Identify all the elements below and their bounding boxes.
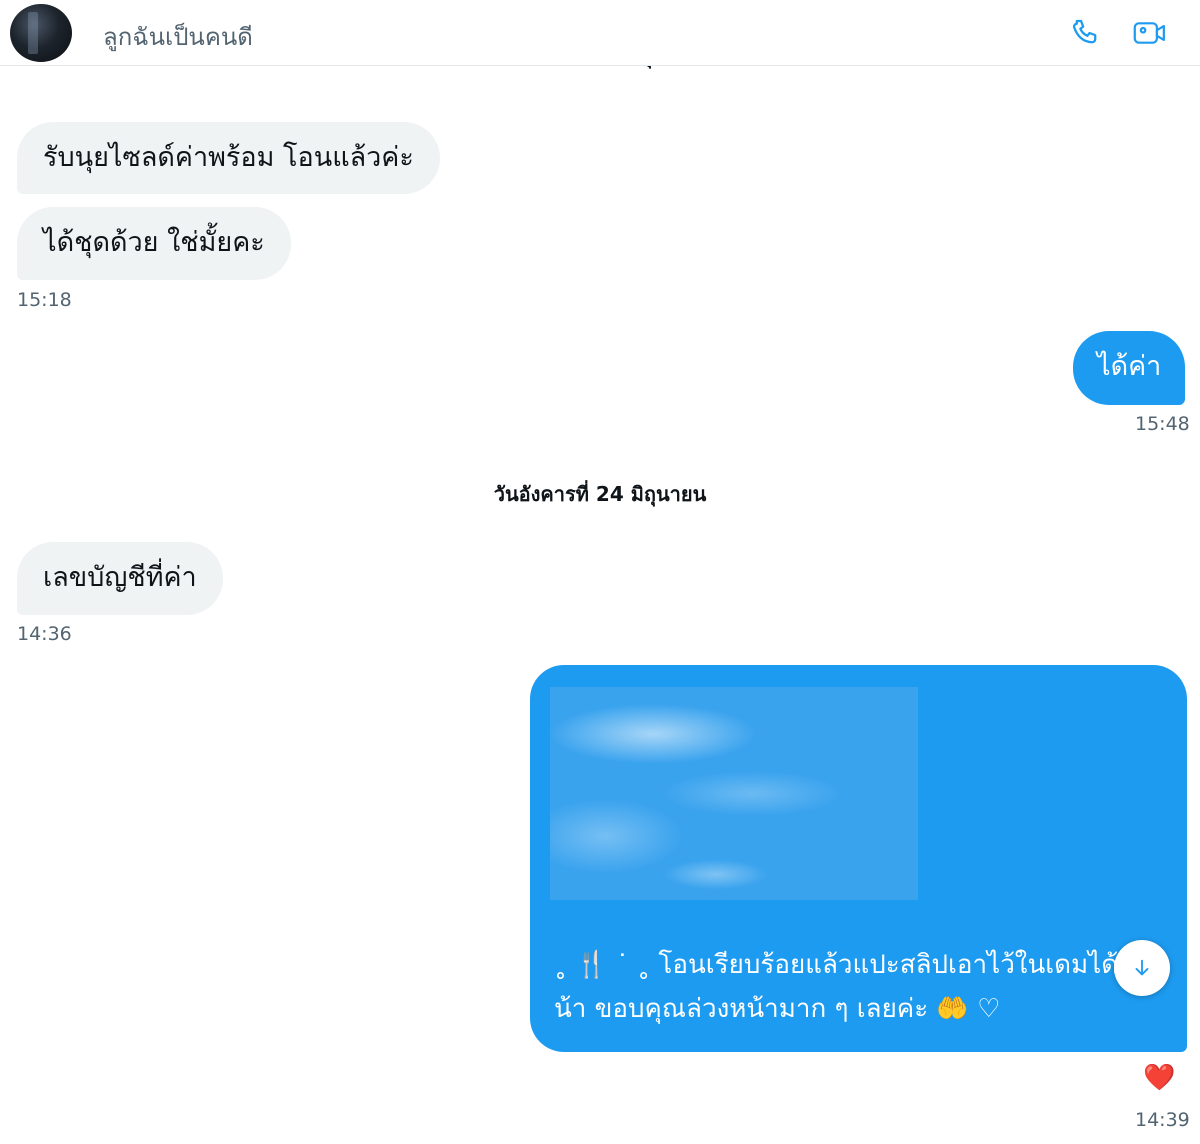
conversation-header: ลูกฉันเป็นคนดี <box>0 0 1200 66</box>
incoming-message[interactable]: รับนุยไซลด์ค่าพร้อม โอนแล้วค่ะ <box>17 122 440 194</box>
transfer-slip-image[interactable] <box>550 687 918 900</box>
outgoing-message[interactable]: ได้ค่า <box>1073 331 1186 405</box>
message-timestamp: 15:18 <box>17 289 72 311</box>
message-timestamp: 15:48 <box>1135 413 1190 435</box>
media-caption: ˳ 🍴 ˙ ˳ โอนเรียบร้อยแล้วแปะสลิปเอาไว้ในเ… <box>554 950 1119 1024</box>
phone-icon <box>1072 19 1097 44</box>
video-camera-icon <box>1133 22 1165 44</box>
incoming-message[interactable]: ได้ชุดด้วย ใช่มั้ยคะ <box>17 207 291 280</box>
heart-reaction-icon[interactable]: ❤️ <box>1143 1063 1175 1093</box>
incoming-message[interactable]: เลขบัญชีที่ค่า <box>17 542 223 615</box>
outgoing-media-message[interactable]: ˳ 🍴 ˙ ˳ โอนเรียบร้อยแล้วแปะสลิปเอาไว้ในเ… <box>530 665 1187 1052</box>
arrow-down-icon <box>1135 959 1149 976</box>
video-call-button[interactable] <box>1132 15 1168 51</box>
scroll-to-bottom-button[interactable] <box>1114 940 1170 996</box>
date-separator: วันอังคารที่ 24 มิถุนายน <box>493 482 707 506</box>
contact-avatar[interactable] <box>10 4 72 62</box>
contact-name[interactable]: ลูกฉันเป็นคนดี <box>103 17 253 56</box>
message-timestamp: 14:36 <box>17 623 72 645</box>
call-button[interactable] <box>1068 15 1104 51</box>
message-timestamp: 14:39 <box>1135 1109 1190 1131</box>
